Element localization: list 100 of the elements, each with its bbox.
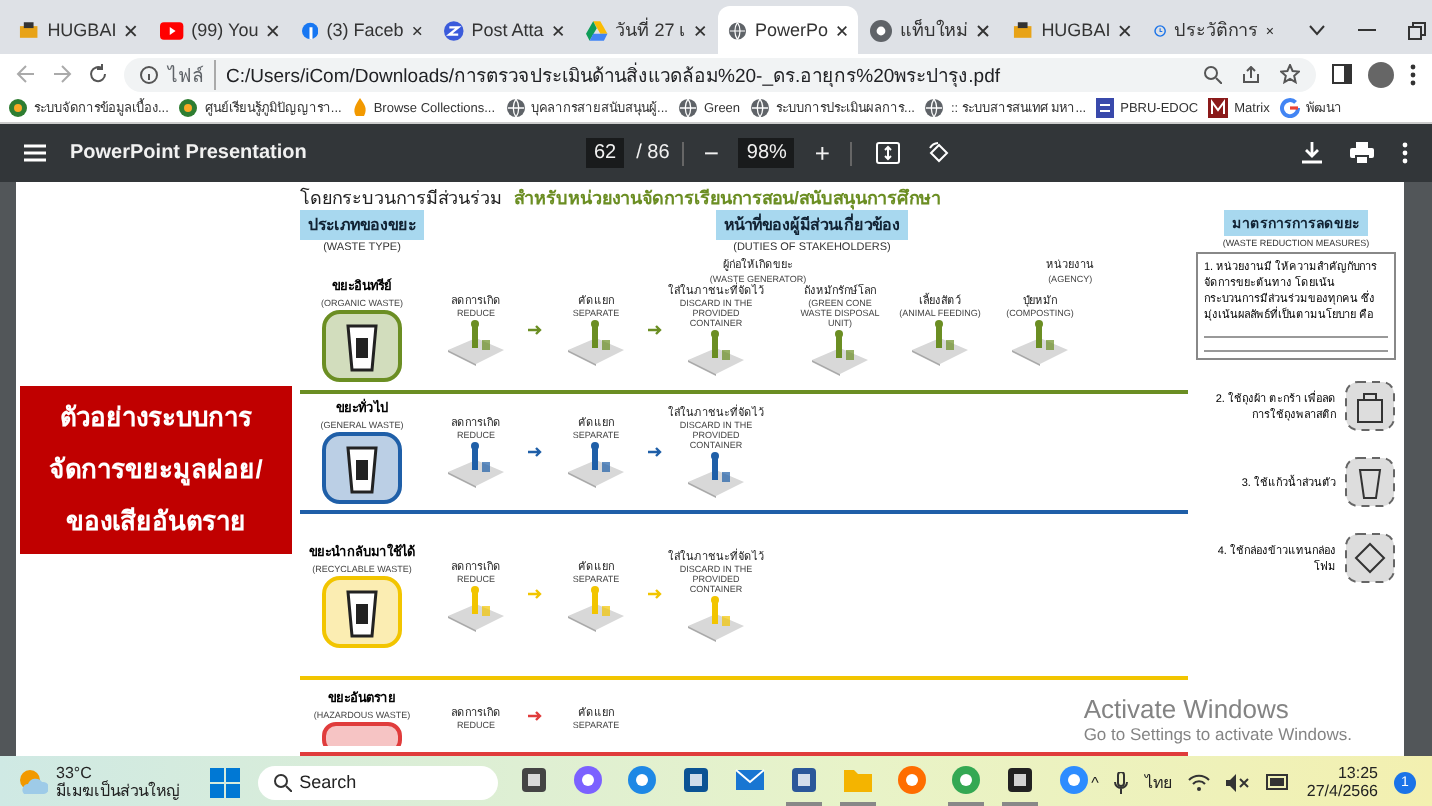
square-logo-icon xyxy=(1012,19,1034,41)
activation-hint: Go to Settings to activate Windows. xyxy=(1083,724,1352,744)
url-text: C:/Users/iCom/Downloads/การตรวจประเมินด้านสิ่งแวดล้อม%20-_ดร.อายุกร%20พระปารุง.pdf xyxy=(226,60,1000,89)
avatar-icon[interactable] xyxy=(1368,61,1394,87)
reload-icon[interactable] xyxy=(88,64,108,84)
rotate-icon[interactable] xyxy=(928,142,951,164)
activation-title: Activate Windows xyxy=(1083,694,1291,724)
muted-speaker-icon[interactable] xyxy=(1226,773,1251,791)
close-icon[interactable] xyxy=(266,23,280,37)
mail-icon[interactable] xyxy=(733,763,766,795)
microphone-icon[interactable] xyxy=(1114,771,1129,793)
box-icon xyxy=(1344,532,1396,584)
tray-caret[interactable]: ^ xyxy=(1091,773,1099,791)
zoom-level-field[interactable]: 98% xyxy=(738,138,795,168)
close-icon[interactable] xyxy=(551,23,564,37)
close-icon[interactable] xyxy=(1118,23,1132,37)
side-panel-icon[interactable] xyxy=(1332,64,1352,84)
figure-on-tile-drawing xyxy=(686,450,746,499)
callout-text: ตัวอย่างระบบการ จัดการขยะมูลฝอย/ ของเสียอันตราย xyxy=(20,385,292,553)
figure-on-tile-drawing xyxy=(910,318,970,367)
section-header: ประเภทของขยะ xyxy=(300,210,424,240)
close-icon[interactable] xyxy=(693,23,706,37)
chevron-down-icon[interactable] xyxy=(1308,24,1326,36)
figure-on-tile-drawing xyxy=(446,318,506,367)
browser-tab[interactable]: (3) Faceb xyxy=(292,6,432,54)
figure-on-tile-drawing xyxy=(1010,318,1070,367)
address-bar[interactable]: ไฟล์ C:/Users/iCom/Downloads/การตรวจประเมินด้านสิ่งแวดล้อม%20-_ดร.อายุกร%20พระปารุง.pdf xyxy=(124,57,1316,91)
star-icon[interactable] xyxy=(1280,64,1300,84)
restore-icon[interactable] xyxy=(1408,21,1426,39)
g-logo-icon xyxy=(1279,98,1300,118)
wifi-icon[interactable] xyxy=(1188,773,1211,791)
document-title: PowerPoint Presentation xyxy=(70,142,309,164)
close-icon[interactable] xyxy=(1266,23,1274,37)
square-logo-icon[interactable] xyxy=(1003,763,1036,795)
browser-tab[interactable]: ประวัติการ xyxy=(1144,6,1284,54)
play-icon xyxy=(160,21,184,39)
figure-on-tile-drawing xyxy=(566,583,626,632)
search-field[interactable]: Search xyxy=(257,765,498,799)
browser-tab[interactable]: วันที่ 27 เ xyxy=(576,6,716,54)
share-icon[interactable] xyxy=(1242,65,1260,83)
flame-icon xyxy=(351,98,368,118)
circle-logo-icon xyxy=(444,19,464,41)
arrow-icon xyxy=(648,323,664,336)
menu-icon[interactable] xyxy=(24,144,46,162)
subtitle-highlight: สำหรับหน่วยงานจัดการเรียนการสอน/สนับสนุนการศึกษา xyxy=(514,186,942,212)
fit-page-icon[interactable] xyxy=(876,142,901,164)
figure-on-tile-drawing xyxy=(686,593,746,642)
windows-start-icon[interactable] xyxy=(209,767,240,797)
browser-tab[interactable]: HUGBAI xyxy=(8,6,148,54)
subtitle-text: โดยกระบวนการมีส่วนร่วม xyxy=(300,185,502,212)
scheme-label: ไฟล์ xyxy=(168,59,216,89)
browser-tab[interactable]: แท็บใหม่ xyxy=(860,6,1000,54)
clock-date[interactable]: 27/4/2566 xyxy=(1306,782,1378,800)
figure-on-tile-drawing xyxy=(566,440,626,489)
browser-tab[interactable]: Post Atta xyxy=(434,6,574,54)
close-icon[interactable] xyxy=(124,23,138,37)
weather-text: มีเมฆเป็นส่วนใหญ่ xyxy=(56,782,180,800)
clock-time[interactable]: 13:25 xyxy=(1337,764,1378,782)
page-total: / 86 xyxy=(636,142,670,164)
info-icon xyxy=(140,65,158,83)
close-icon[interactable] xyxy=(835,23,848,37)
section-header: หน้าที่ของผู้มีส่วนเกี่ยวข้อง xyxy=(716,210,908,240)
figure-on-tile-drawing xyxy=(566,318,626,367)
arrow-icon xyxy=(528,445,544,458)
square-logo-icon xyxy=(18,19,40,41)
arrow-icon xyxy=(528,588,544,601)
browser-tab[interactable]: (99) You xyxy=(150,6,290,54)
zoom-icon[interactable] xyxy=(1204,65,1222,83)
more-icon[interactable] xyxy=(1402,142,1408,164)
figure-on-tile-drawing xyxy=(446,440,506,489)
language-indicator[interactable]: ไทย xyxy=(1144,769,1173,795)
zoom-in-button[interactable]: + xyxy=(806,138,839,168)
arrow-icon xyxy=(528,323,544,336)
browser-tab[interactable]: HUGBAI xyxy=(1002,6,1142,54)
arrow-icon xyxy=(528,710,544,723)
seal-icon xyxy=(8,98,28,118)
seal-icon xyxy=(178,98,199,118)
close-icon[interactable] xyxy=(411,23,422,37)
figure-on-tile-drawing xyxy=(686,328,746,377)
battery-icon[interactable] xyxy=(1266,774,1291,790)
minimize-icon[interactable] xyxy=(1358,28,1376,32)
zoom-out-button[interactable]: − xyxy=(695,138,727,168)
triangle-logo-icon xyxy=(586,19,608,41)
temperature-text: 33°C xyxy=(56,764,92,782)
figure-on-tile-drawing xyxy=(810,328,870,377)
print-icon[interactable] xyxy=(1350,142,1374,164)
circle-logo-icon[interactable] xyxy=(949,763,982,795)
clock-icon xyxy=(1154,19,1167,41)
cup-icon xyxy=(1344,456,1396,508)
page-number-field[interactable]: 62 xyxy=(586,138,625,168)
circle-logo-icon xyxy=(302,19,319,41)
figure-on-tile-drawing xyxy=(446,583,506,632)
close-icon[interactable] xyxy=(976,23,990,37)
arrow-icon xyxy=(648,588,664,601)
browser-tab[interactable]: PowerPo xyxy=(718,6,858,54)
search-icon xyxy=(273,773,292,791)
download-icon[interactable] xyxy=(1302,142,1322,164)
arrow-icon xyxy=(648,445,664,458)
more-icon[interactable] xyxy=(1410,63,1416,85)
globe-icon xyxy=(728,19,747,41)
